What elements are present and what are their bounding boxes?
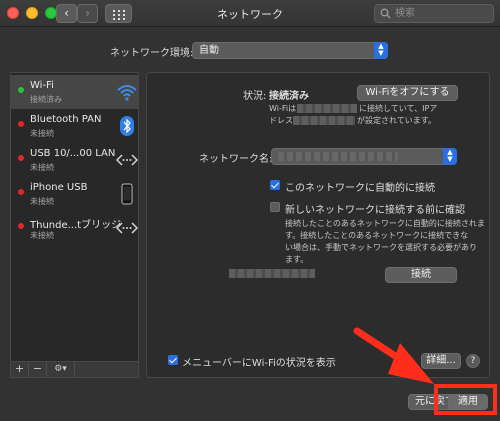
- network-preferences-window: ‹ › ネットワーク 検索 ネットワーク環境: 自動 ▲ ▼ Wi-Fi 接続済…: [0, 0, 500, 421]
- apply-highlight-box: [434, 384, 497, 415]
- annotation-arrow: [353, 327, 434, 384]
